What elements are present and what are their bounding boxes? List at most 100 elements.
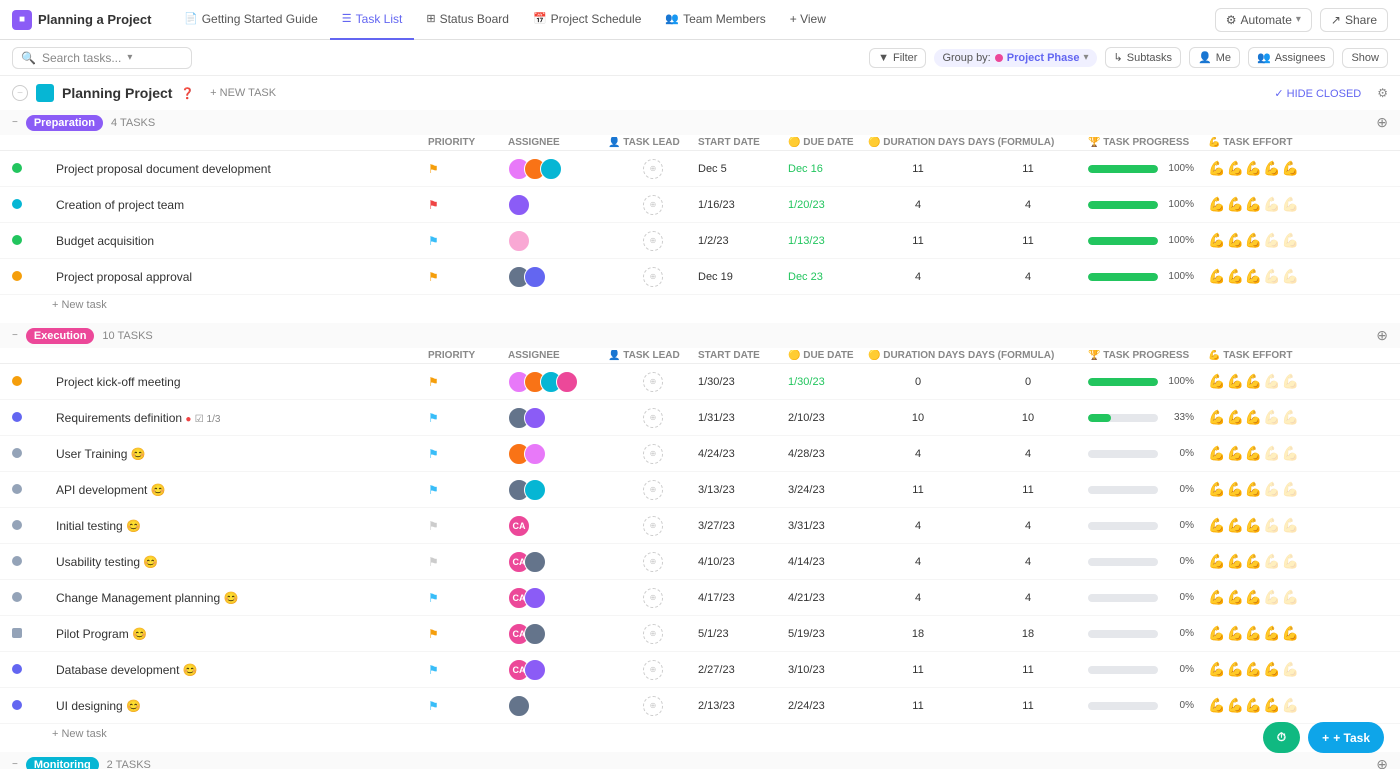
task-priority[interactable]: ⚑ — [428, 375, 508, 389]
lead-circle[interactable]: ⊕ — [643, 588, 663, 608]
group-execution-settings[interactable]: ⊕ — [1376, 327, 1388, 344]
lead-circle[interactable]: ⊕ — [643, 195, 663, 215]
task-effort: 💪 💪 💪 💪 💪 — [1208, 160, 1388, 177]
avatar — [508, 194, 530, 216]
task-name[interactable]: Usability testing 😊 — [52, 555, 428, 569]
task-name[interactable]: Project proposal document development — [52, 162, 428, 176]
header-actions: ⚙ Automate ▾ ↗ Share — [1215, 8, 1388, 32]
effort-icon-1: 💪 — [1208, 160, 1225, 177]
automate-button[interactable]: ⚙ Automate ▾ — [1215, 8, 1312, 32]
group-preparation: − Preparation 4 TASKS ⊕ PRIORITY ASSIGNE… — [0, 110, 1400, 315]
tab-status-board[interactable]: ⊞ Status Board — [414, 0, 521, 40]
task-priority[interactable]: ⚑ — [428, 627, 508, 641]
tab-project-schedule[interactable]: 📅 Project Schedule — [521, 0, 653, 40]
task-name[interactable]: Database development 😊 — [52, 663, 428, 677]
group-execution-header: − Execution 10 TASKS ⊕ — [0, 323, 1400, 348]
task-effort: 💪 💪 💪 💪 💪 — [1208, 373, 1388, 390]
progress-bar-bg — [1088, 201, 1158, 209]
task-priority[interactable]: ⚑ — [428, 198, 508, 212]
help-icon: ❓ — [180, 87, 194, 100]
avatar — [524, 623, 546, 645]
effort-icon-5: 💪 — [1282, 232, 1299, 249]
task-name[interactable]: User Training 😊 — [52, 447, 428, 461]
task-name[interactable]: Project proposal approval — [52, 270, 428, 284]
lead-circle[interactable]: ⊕ — [643, 159, 663, 179]
task-name[interactable]: Initial testing 😊 — [52, 519, 428, 533]
effort-icon-3: 💪 — [1245, 232, 1262, 249]
effort-icon-4: 💪 — [1263, 196, 1280, 213]
task-row: Budget acquisition ⚑ ⊕ 1/2/23 1/13/23 11… — [0, 223, 1400, 259]
lead-circle[interactable]: ⊕ — [643, 660, 663, 680]
hide-closed-button[interactable]: ✓ HIDE CLOSED — [1274, 87, 1361, 100]
search-box[interactable]: 🔍 Search tasks... ▾ — [12, 47, 192, 69]
lead-circle[interactable]: ⊕ — [643, 696, 663, 716]
progress-pct: 0% — [1164, 484, 1194, 495]
lead-circle[interactable]: ⊕ — [643, 480, 663, 500]
task-priority[interactable]: ⚑ — [428, 234, 508, 248]
add-task-fab-button[interactable]: + + Task — [1308, 722, 1384, 753]
task-name[interactable]: UI designing 😊 — [52, 699, 428, 713]
task-name[interactable]: Project kick-off meeting — [52, 375, 428, 389]
task-name[interactable]: Creation of project team — [52, 198, 428, 212]
task-name[interactable]: API development 😊 — [52, 483, 428, 497]
task-priority[interactable]: ⚑ — [428, 519, 508, 533]
group-by-control[interactable]: Group by: Project Phase ▾ — [934, 49, 1096, 67]
task-name[interactable]: Budget acquisition — [52, 234, 428, 248]
group-execution-toggle[interactable]: − — [12, 330, 18, 341]
me-button[interactable]: 👤 Me — [1189, 47, 1240, 68]
lead-circle[interactable]: ⊕ — [643, 408, 663, 428]
task-duration: 4 — [868, 556, 968, 568]
progress-bar-fill — [1088, 273, 1158, 281]
task-progress: 0% — [1088, 556, 1208, 567]
task-priority[interactable]: ⚑ — [428, 483, 508, 497]
progress-bar-bg — [1088, 486, 1158, 494]
task-priority[interactable]: ⚑ — [428, 162, 508, 176]
task-row: Project kick-off meeting ⚑ ⊕ 1/30/23 1/3… — [0, 364, 1400, 400]
collapse-project[interactable]: − — [12, 85, 28, 101]
lead-circle[interactable]: ⊕ — [643, 624, 663, 644]
assignees-button[interactable]: 👥 Assignees — [1248, 47, 1334, 68]
task-priority[interactable]: ⚑ — [428, 411, 508, 425]
lead-circle[interactable]: ⊕ — [643, 372, 663, 392]
effort-icon-3: 💪 — [1245, 160, 1262, 177]
task-priority[interactable]: ⚑ — [428, 591, 508, 605]
tab-task-list[interactable]: ☰ Task List — [330, 0, 415, 40]
progress-pct: 100% — [1164, 376, 1194, 387]
task-due-date: 4/21/23 — [788, 592, 868, 604]
lead-circle[interactable]: ⊕ — [643, 231, 663, 251]
task-name[interactable]: Requirements definition ● ☑ 1/3 — [52, 411, 428, 425]
new-task-button[interactable]: + NEW TASK — [210, 87, 276, 99]
group-monitoring-settings[interactable]: ⊕ — [1376, 756, 1388, 769]
task-priority[interactable]: ⚑ — [428, 555, 508, 569]
project-settings-icon[interactable]: ⚙ — [1377, 86, 1388, 100]
task-progress: 100% — [1088, 271, 1208, 282]
lead-circle[interactable]: ⊕ — [643, 267, 663, 287]
task-priority[interactable]: ⚑ — [428, 663, 508, 677]
group-preparation-toggle[interactable]: − — [12, 117, 18, 128]
filter-button[interactable]: ▼ Filter — [869, 48, 926, 68]
nav-tabs: 📄 Getting Started Guide ☰ Task List ⊞ St… — [172, 0, 1215, 40]
task-lead: ⊕ — [608, 624, 698, 644]
timer-button[interactable]: ⏱ — [1263, 722, 1300, 753]
task-name[interactable]: Pilot Program 😊 — [52, 627, 428, 641]
task-start-date: 3/27/23 — [698, 520, 788, 532]
task-priority[interactable]: ⚑ — [428, 270, 508, 284]
lead-circle[interactable]: ⊕ — [643, 444, 663, 464]
tab-team-members[interactable]: 👥 Team Members — [653, 0, 777, 40]
lead-circle[interactable]: ⊕ — [643, 552, 663, 572]
add-task-execution[interactable]: + New task — [0, 724, 1400, 744]
group-preparation-settings[interactable]: ⊕ — [1376, 114, 1388, 131]
task-name[interactable]: Change Management planning 😊 — [52, 591, 428, 605]
tab-add-view[interactable]: + View — [778, 0, 838, 40]
task-priority[interactable]: ⚑ — [428, 699, 508, 713]
lead-circle[interactable]: ⊕ — [643, 516, 663, 536]
show-button[interactable]: Show — [1342, 48, 1388, 68]
group-monitoring-toggle[interactable]: − — [12, 759, 18, 769]
task-row: Pilot Program 😊 ⚑ CA ⊕ 5/1/23 5/19/23 18… — [0, 616, 1400, 652]
task-priority[interactable]: ⚑ — [428, 447, 508, 461]
add-task-preparation[interactable]: + New task — [0, 295, 1400, 315]
subtasks-button[interactable]: ↳ Subtasks — [1105, 47, 1181, 68]
effort-icon-1: 💪 — [1208, 196, 1225, 213]
tab-getting-started[interactable]: 📄 Getting Started Guide — [172, 0, 330, 40]
share-button[interactable]: ↗ Share — [1320, 8, 1388, 32]
